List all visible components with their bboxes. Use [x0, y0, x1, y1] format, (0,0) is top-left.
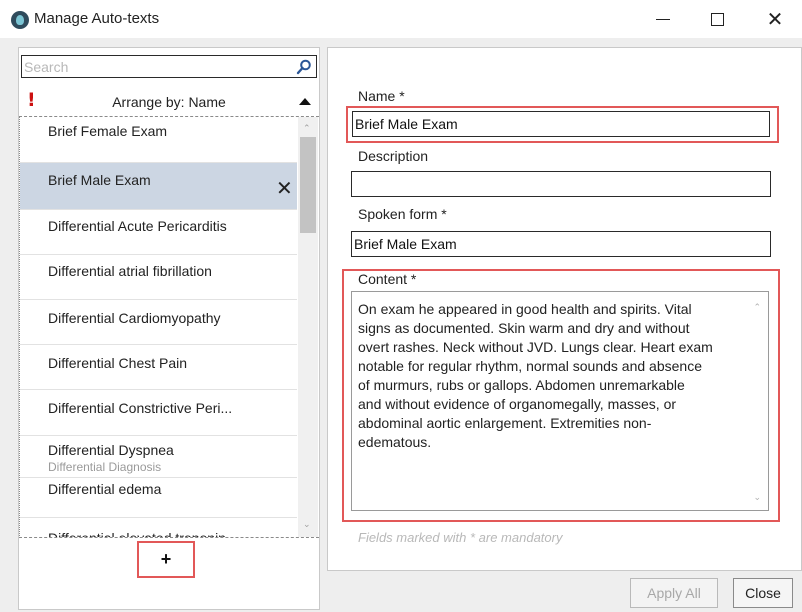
scroll-down-icon[interactable]: ⌄ [303, 519, 311, 530]
autotext-list-panel: ! Arrange by: Name Brief Female Exam Bri… [18, 47, 320, 610]
spoken-form-field[interactable] [351, 231, 771, 257]
mandatory-note: Fields marked with * are mandatory [358, 530, 563, 545]
name-label: Name * [358, 88, 405, 104]
description-label: Description [358, 148, 429, 164]
scroll-down-icon[interactable]: ⌄ [753, 492, 761, 503]
scroll-up-icon[interactable]: ⌃ [303, 123, 311, 134]
list-item[interactable]: Differential Dyspnea Differential Diagno… [20, 436, 297, 478]
content-label: Content * [358, 271, 417, 287]
arrange-by-label[interactable]: Arrange by: Name [19, 94, 319, 110]
list-item[interactable]: Differential Cardiomyopathy [20, 300, 297, 345]
app-logo-icon [11, 11, 29, 29]
autotext-editor-panel: Name * Description Spoken form * Content… [327, 47, 802, 571]
list-item[interactable]: Brief Female Exam [20, 117, 297, 163]
search-icon[interactable] [296, 59, 312, 75]
window-title: Manage Auto-texts [34, 10, 160, 27]
list-item[interactable]: Differential Chest Pain [20, 345, 297, 390]
delete-icon[interactable]: ✕ [276, 176, 293, 200]
close-button[interactable]: Close [733, 578, 793, 608]
list-item-label: Brief Female Exam [48, 123, 168, 139]
add-autotext-button[interactable]: + [137, 541, 195, 578]
list-item-label: Differential atrial fibrillation [48, 263, 212, 279]
list-item-label: Differential elevated troponin [48, 530, 226, 538]
list-item[interactable]: Differential Constrictive Peri... [20, 390, 297, 436]
client-area: ! Arrange by: Name Brief Female Exam Bri… [0, 38, 802, 612]
scroll-up-icon[interactable]: ⌃ [753, 302, 761, 313]
list-item-selected[interactable]: Brief Male Exam ✕ [20, 163, 297, 210]
list-item[interactable]: Differential edema [20, 478, 297, 518]
window-close-button[interactable]: ✕ [752, 0, 798, 38]
list-item-label: Differential Chest Pain [48, 355, 188, 371]
description-field[interactable] [351, 171, 771, 197]
name-field[interactable] [352, 111, 770, 137]
list-item-label: Brief Male Exam [48, 172, 151, 188]
apply-all-button[interactable]: Apply All [630, 578, 718, 608]
list-item-label: Differential Acute Pericarditis [48, 218, 227, 234]
search-box [21, 55, 317, 78]
scrollbar-thumb[interactable] [300, 137, 316, 233]
maximize-button[interactable] [694, 0, 740, 38]
list-item[interactable]: Differential Acute Pericarditis [20, 210, 297, 255]
content-textarea[interactable]: On exam he appeared in good health and s… [351, 291, 769, 511]
list-item-label: Differential Constrictive Peri... [48, 400, 233, 416]
title-bar: Manage Auto-texts ✕ [0, 0, 802, 38]
sort-ascending-icon[interactable] [299, 98, 311, 105]
minimize-icon [656, 18, 670, 20]
spoken-form-label: Spoken form * [358, 206, 447, 222]
minimize-button[interactable] [640, 0, 686, 38]
arrange-by-row[interactable]: ! Arrange by: Name [19, 89, 319, 113]
list-scrollbar[interactable]: ⌃ ⌄ [298, 117, 318, 537]
list-item-label: Differential Cardiomyopathy [48, 310, 221, 326]
close-icon: ✕ [766, 7, 784, 31]
autotext-list: Brief Female Exam Brief Male Exam ✕ Diff… [19, 116, 319, 538]
content-text[interactable]: On exam he appeared in good health and s… [358, 300, 744, 452]
list-item[interactable]: Differential atrial fibrillation [20, 255, 297, 300]
search-input[interactable] [24, 56, 284, 77]
list-item[interactable]: Differential elevated troponin [20, 518, 297, 538]
list-item-label: Differential Dyspnea [48, 442, 174, 458]
list-item-label: Differential edema [48, 481, 162, 497]
maximize-icon [710, 12, 724, 26]
list-item-sublabel: Differential Diagnosis [48, 460, 162, 474]
